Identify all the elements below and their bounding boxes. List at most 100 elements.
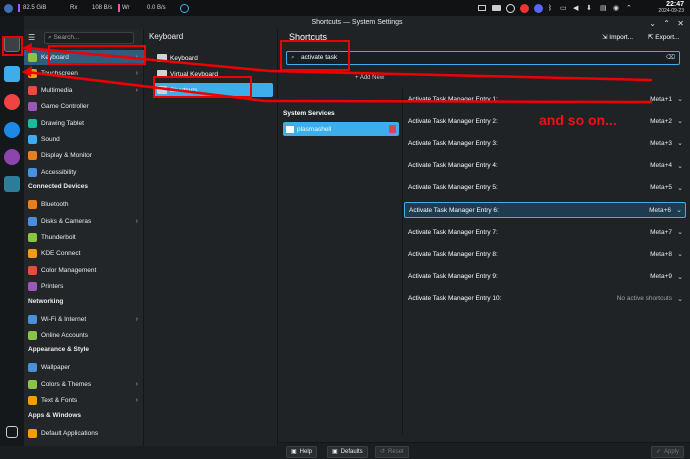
shortcut-name: Activate Task Manager Entry 6:	[409, 206, 499, 214]
clear-search-icon[interactable]: ⌫	[666, 52, 675, 64]
shortcut-row[interactable]: Activate Task Manager Entry 9: Meta+9 ⌄	[404, 269, 686, 285]
plasma-icon	[286, 125, 294, 133]
tray-keyboard-icon[interactable]	[492, 0, 501, 16]
chevron-right-icon: ›	[135, 397, 138, 405]
tray-mail-icon[interactable]	[478, 0, 486, 16]
chevron-down-icon[interactable]: ⌄	[677, 273, 683, 281]
chevron-down-icon[interactable]: ⌄	[677, 162, 683, 170]
apply-button[interactable]: ✓ Apply	[650, 446, 684, 458]
chevron-down-icon[interactable]: ⌄	[677, 250, 683, 258]
components-list: System Services plasmashell	[279, 89, 403, 434]
tray-steam-icon[interactable]	[506, 0, 515, 16]
sidebar-item-thunderbolt[interactable]: Thunderbolt	[24, 230, 144, 245]
help-button[interactable]: ▣ Help	[286, 446, 318, 458]
tray-clipboard-icon[interactable]: ▤	[600, 0, 607, 16]
shortcut-row[interactable]: Activate Task Manager Entry 4: Meta+4 ⌄	[404, 158, 686, 174]
col2-item-virtual-keyboard[interactable]: Virtual Keyboard	[153, 67, 273, 81]
sidebar-item-online-accounts[interactable]: Online Accounts	[24, 328, 144, 343]
tray-network-icon[interactable]: ▭	[560, 0, 567, 16]
delete-icon[interactable]	[389, 125, 396, 133]
sidebar-item-touchscreen[interactable]: Touchscreen ›	[24, 66, 144, 81]
col2-item-shortcuts[interactable]: Shortcuts	[153, 83, 273, 97]
task-entry-5-media-icon[interactable]	[4, 149, 20, 165]
chevron-right-icon: ›	[135, 315, 138, 323]
shortcut-row[interactable]: Activate Task Manager Entry 6: Meta+6 ⌄	[404, 202, 686, 218]
sidebar-item-default-applications[interactable]: Default Applications	[24, 426, 144, 441]
tray-volume-icon[interactable]: ◀	[573, 0, 578, 16]
col2-header: Keyboard	[149, 32, 184, 41]
sidebar-item-keyboard[interactable]: Keyboard ›	[24, 50, 144, 65]
task-entry-2-files-icon[interactable]	[4, 66, 20, 82]
shortcut-key: Meta+9	[650, 273, 672, 281]
export-button[interactable]: ⇱ Export...	[648, 33, 679, 41]
shortcut-search-input[interactable]: ⌕ activate task ⌫	[286, 51, 680, 65]
task-entry-3-vivaldi-icon[interactable]	[4, 94, 20, 110]
sidebar-item-disks-cameras[interactable]: Disks & Cameras ›	[24, 214, 144, 229]
tray-record-icon[interactable]	[520, 0, 529, 16]
shortcut-row[interactable]: Activate Task Manager Entry 10: No active…	[404, 291, 686, 307]
hamburger-menu-icon[interactable]: ☰	[28, 33, 35, 42]
chevron-down-icon[interactable]: ⌄	[677, 295, 683, 303]
task-entry-1-terminal-icon[interactable]	[4, 36, 20, 52]
sidebar-item-printers[interactable]: Printers	[24, 279, 144, 294]
shortcut-row[interactable]: Activate Task Manager Entry 1: Meta+1 ⌄	[404, 91, 686, 107]
tray-discord-icon[interactable]	[534, 0, 543, 16]
reset-button[interactable]: ↺ Reset	[375, 446, 409, 458]
sidebar-item-drawing-tablet[interactable]: Drawing Tablet	[24, 116, 144, 131]
annotation-text: and so on...	[539, 112, 617, 128]
task-entry-4-browser-icon[interactable]	[4, 122, 20, 138]
sidebar-item-multimedia[interactable]: Multimedia ›	[24, 83, 144, 98]
wallpaper-icon	[28, 363, 37, 373]
sidebar-item-color-management[interactable]: Color Management	[24, 263, 144, 278]
sidebar-item-game-controller[interactable]: Game Controller	[24, 99, 144, 114]
sidebar-item-colors-themes[interactable]: Colors & Themes ›	[24, 377, 144, 392]
add-new-button[interactable]: + Add New	[355, 75, 384, 81]
themes-icon	[28, 379, 37, 389]
clock[interactable]: 22:47 2024-09-23	[658, 1, 684, 15]
shortcut-row[interactable]: Activate Task Manager Entry 7: Meta+7 ⌄	[404, 224, 686, 240]
multimedia-icon	[28, 85, 37, 95]
sidebar: ☰ ⌕ Search... Keyboard › Touchscreen › Multi…	[24, 29, 144, 446]
sidebar-item-wallpaper[interactable]: Wallpaper	[24, 360, 144, 375]
task-entry-6-settings-icon[interactable]	[4, 176, 20, 192]
tray-bluetooth-icon[interactable]: ᛒ	[548, 0, 552, 16]
defaults-button[interactable]: ▣ Defaults	[327, 446, 368, 458]
sidebar-item-display-monitor[interactable]: Display & Monitor	[24, 148, 144, 163]
sidebar-item-bluetooth[interactable]: Bluetooth	[24, 197, 144, 212]
tray-updates-icon[interactable]: ⬇	[586, 0, 592, 16]
tray-expand-icon[interactable]: ⌃	[626, 0, 632, 16]
bottom-bar: ▣ Help ▣ Defaults ↺ Reset ✓ Apply	[279, 442, 690, 459]
chevron-down-icon[interactable]: ⌄	[676, 206, 682, 214]
import-button[interactable]: ⇲ Import...	[602, 33, 633, 41]
shortcut-list: Activate Task Manager Entry 1: Meta+1 ⌄ Act…	[404, 89, 690, 434]
keyboard-icon	[28, 53, 37, 62]
chevron-down-icon[interactable]: ⌄	[677, 184, 683, 192]
service-item-plasmashell[interactable]: plasmashell	[283, 122, 399, 136]
shortcut-key: No active shortcuts	[616, 295, 672, 303]
shortcut-row[interactable]: Activate Task Manager Entry 5: Meta+5 ⌄	[404, 180, 686, 196]
shortcut-row[interactable]: Activate Task Manager Entry 3: Meta+3 ⌄	[404, 135, 686, 151]
top-panel: 82.5 GiB Rx 108 B/s Wr 0.0 B/s ᛒ ▭ ◀ ⬇ ▤…	[0, 0, 690, 16]
chevron-down-icon[interactable]: ⌄	[677, 117, 683, 125]
sidebar-item-kde-connect[interactable]: KDE Connect	[24, 246, 144, 261]
shortcut-name: Activate Task Manager Entry 8:	[408, 250, 498, 258]
net-bar-icon	[118, 4, 120, 12]
sidebar-item-text-fonts[interactable]: Text & Fonts ›	[24, 393, 144, 408]
sidebar-item-wi-fi-internet[interactable]: Wi-Fi & Internet ›	[24, 312, 144, 327]
sidebar-item-accessibility[interactable]: Accessibility	[24, 165, 144, 180]
sidebar-item-sound[interactable]: Sound	[24, 132, 144, 147]
tray-notifications-icon[interactable]: ◉	[613, 0, 619, 16]
chevron-down-icon[interactable]: ⌄	[677, 228, 683, 236]
show-desktop-icon[interactable]	[6, 426, 18, 438]
sidebar-section-section_apps: Apps & Windows	[28, 411, 82, 419]
gamepad-icon	[28, 102, 37, 112]
chevron-down-icon[interactable]: ⌄	[677, 139, 683, 147]
shortcut-key: Meta+3	[650, 139, 672, 147]
chevron-down-icon[interactable]: ⌄	[677, 95, 683, 103]
sidebar-search-input[interactable]: ⌕ Search...	[44, 32, 134, 44]
shortcut-row[interactable]: Activate Task Manager Entry 8: Meta+8 ⌄	[404, 246, 686, 262]
clock-time: 22:47	[666, 1, 684, 8]
col2-item-keyboard[interactable]: Keyboard	[153, 51, 273, 65]
fedora-logo-icon[interactable]	[4, 0, 13, 16]
shortcut-key: Meta+6	[649, 206, 671, 214]
